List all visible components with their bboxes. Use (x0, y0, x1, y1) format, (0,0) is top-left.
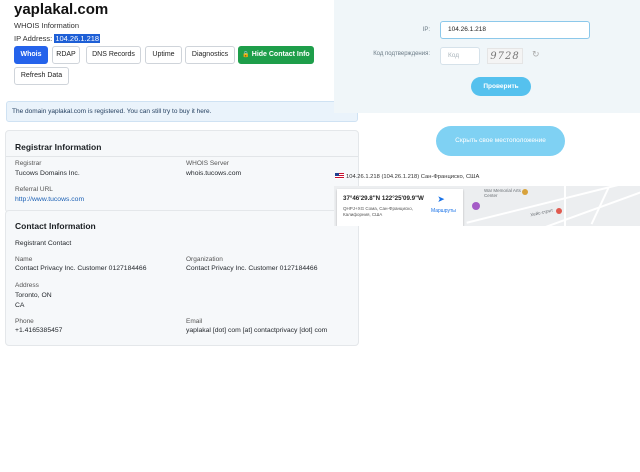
map-poi-pin[interactable] (556, 208, 562, 214)
hide-location-button[interactable]: Скрыть свое местоположение (436, 126, 565, 156)
tab-uptime[interactable]: Uptime (145, 46, 182, 64)
page-title: yaplakal.com (14, 1, 109, 18)
tab-dns-records[interactable]: DNS Records (86, 46, 141, 64)
location-line: 104.26.1.218 (104.26.1.218) Сан-Франциск… (335, 173, 479, 180)
hide-contact-info-label: Hide Contact Info (251, 51, 310, 58)
map-street (590, 187, 610, 225)
captcha-image: 9728 (487, 48, 523, 64)
registrar-card: Registrar Information Registrar Tucows D… (5, 130, 359, 213)
check-button[interactable]: Проверить (471, 77, 531, 96)
tab-whois[interactable]: Whois (14, 46, 48, 64)
registrar-value: Tucows Domains Inc. (15, 170, 80, 177)
email-value: yaplakal [dot] com [at] contactprivacy [… (186, 327, 328, 334)
registrar-label: Registrar (15, 160, 42, 167)
name-label: Name (15, 256, 33, 263)
tab-rdap[interactable]: RDAP (52, 46, 80, 64)
whois-server-label: WHOIS Server (186, 160, 229, 167)
referral-url-label: Referral URL (15, 186, 53, 193)
name-value: Contact Privacy Inc. Customer 0127184466 (15, 265, 147, 272)
lock-icon: 🔒 (242, 52, 250, 58)
page-subtitle: WHOIS Information (14, 21, 80, 30)
geo-ip-label: IP: (422, 27, 430, 33)
registrar-title: Registrar Information (15, 142, 102, 152)
directions-icon[interactable]: ➤ (434, 194, 448, 206)
tab-diagnostics[interactable]: Diagnostics (185, 46, 235, 64)
email-label: Email (186, 318, 203, 325)
map-poi-pin[interactable] (472, 202, 480, 210)
captcha-input[interactable]: Код (440, 47, 480, 65)
map-address: QHPJ+XG Сома, Сан-Франциско, Калифорния,… (343, 206, 414, 217)
contact-card: Contact Information Registrant Contact N… (5, 210, 359, 346)
map-street-label: Хейс-стрит (529, 207, 554, 218)
referral-url-link[interactable]: http://www.tucows.com (15, 196, 84, 203)
refresh-captcha-icon[interactable]: ↻ (532, 49, 540, 60)
hide-contact-info-button[interactable]: 🔒 Hide Contact Info (238, 46, 314, 64)
map-info-card: 37°46'29.8"N 122°25'09.9"W QHPJ+XG Сома,… (337, 189, 463, 226)
contact-title: Contact Information (15, 221, 96, 231)
phone-label: Phone (15, 318, 34, 325)
ip-address-label: IP Address: (14, 34, 53, 43)
map-view[interactable]: War Memorial Arts Center Хейс-стрит 37°4… (334, 186, 640, 226)
directions-link[interactable]: Маршруты (431, 208, 456, 214)
geolocation-panel: IP: 104.26.1.218 Код подтверждения: Код … (334, 0, 640, 240)
registration-notice: The domain yaplakal.com is registered. Y… (6, 101, 358, 122)
map-street (564, 186, 566, 226)
phone-value: +1.4165385457 (15, 327, 63, 334)
whois-server-value: whois.tucows.com (186, 170, 242, 177)
map-poi-label: War Memorial Arts Center (484, 188, 521, 198)
divider (6, 156, 358, 157)
address-line-1: Toronto, ON (15, 292, 52, 299)
address-line-2: CA (15, 302, 25, 309)
geo-ip-input[interactable]: 104.26.1.218 (440, 21, 590, 39)
ip-address-value[interactable]: 104.26.1.218 (54, 34, 101, 43)
organization-value: Contact Privacy Inc. Customer 0127184466 (186, 265, 318, 272)
address-label: Address (15, 282, 39, 289)
ip-lookup-form: IP: 104.26.1.218 Код подтверждения: Код … (334, 0, 640, 113)
us-flag-icon (335, 173, 344, 179)
ip-address-line: IP Address: 104.26.1.218 (14, 34, 101, 43)
whois-panel: yaplakal.com WHOIS Information IP Addres… (0, 0, 366, 472)
map-coordinates: 37°46'29.8"N 122°25'09.9"W (343, 195, 424, 202)
organization-label: Organization (186, 256, 223, 263)
registrant-contact-heading: Registrant Contact (15, 240, 72, 247)
captcha-label: Код подтверждения: (373, 51, 430, 57)
location-text: 104.26.1.218 (104.26.1.218) Сан-Франциск… (346, 174, 480, 180)
refresh-data-button[interactable]: Refresh Data (14, 67, 69, 85)
